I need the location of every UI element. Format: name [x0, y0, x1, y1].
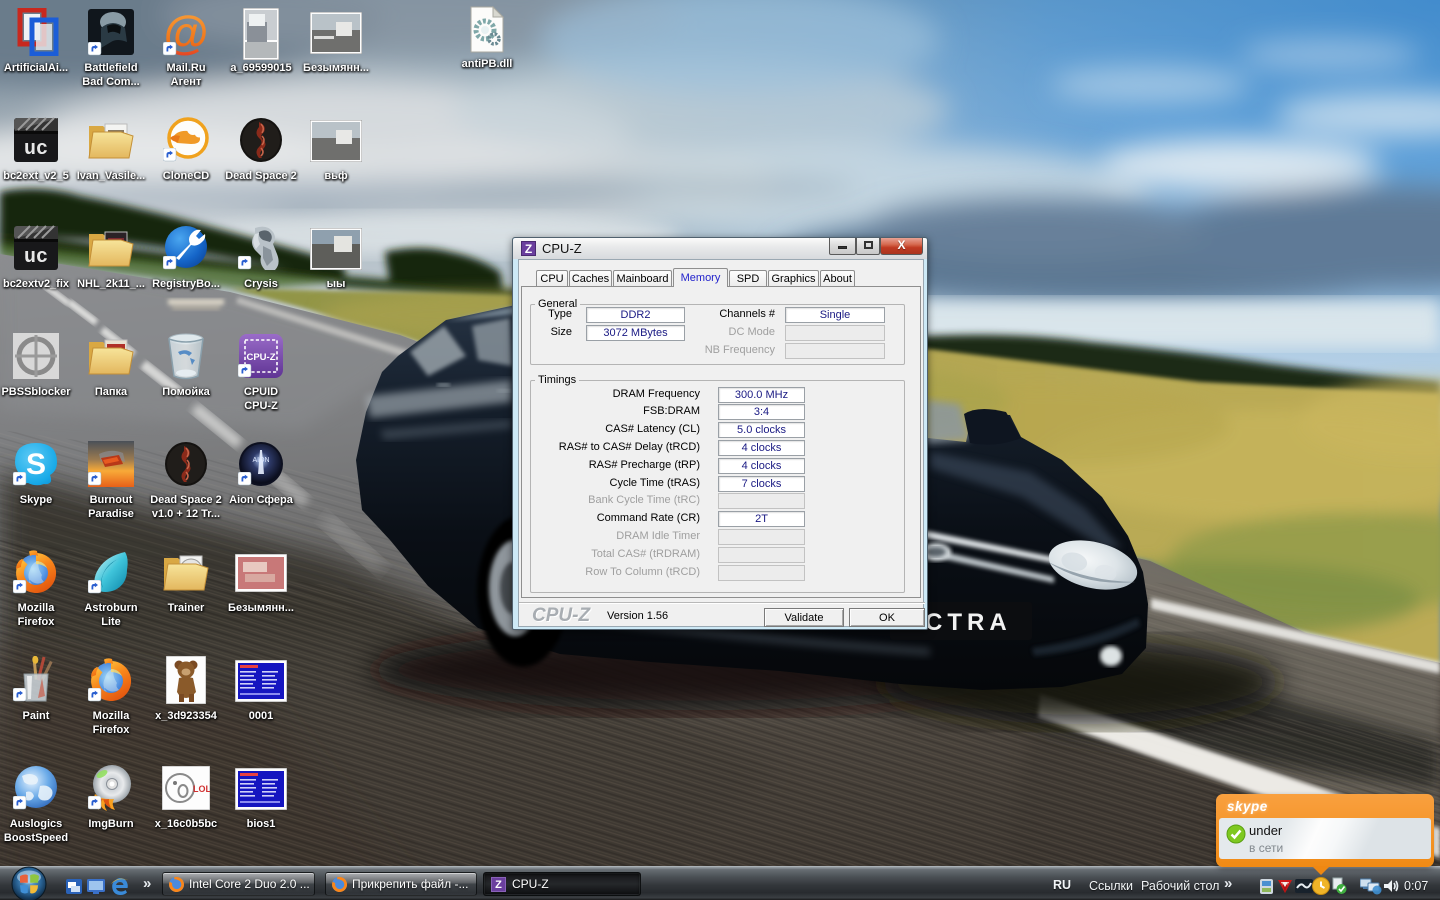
svg-text:AION: AION	[252, 457, 269, 464]
svg-text:CTRA: CTRA	[925, 609, 1012, 636]
svg-text:LOL: LOL	[193, 784, 210, 794]
svg-text:S: S	[26, 448, 46, 481]
svg-text:uc: uc	[24, 246, 48, 269]
svg-text:uc: uc	[24, 138, 48, 161]
svg-text:CPU-Z: CPU-Z	[246, 352, 275, 363]
